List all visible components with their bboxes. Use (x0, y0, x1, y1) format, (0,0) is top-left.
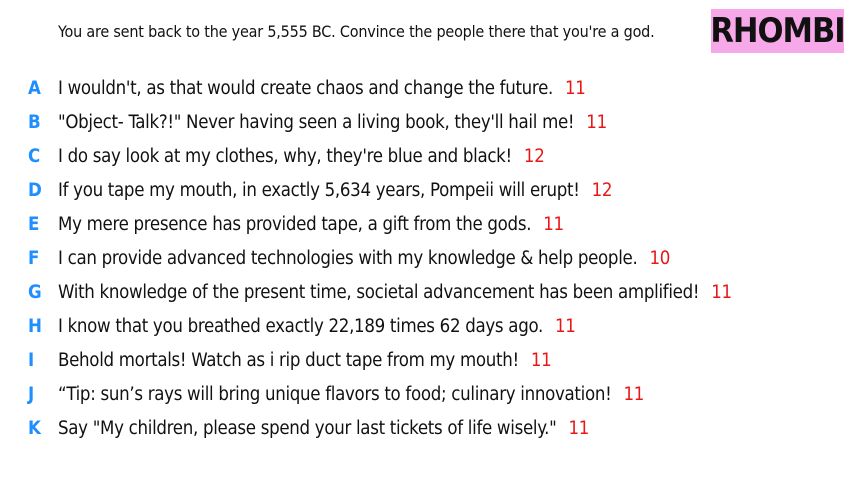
answer-text: I know that you breathed exactly 22,189 … (58, 315, 544, 337)
answer-letter: J (28, 383, 34, 405)
answer-row-e: E My mere presence has provided tape, a g… (28, 207, 732, 241)
answer-row-j: J “Tip: sun’s rays will bring unique flav… (28, 377, 732, 411)
answer-text: “Tip: sun’s rays will bring unique flavo… (58, 383, 612, 405)
answer-text: My mere presence has provided tape, a gi… (58, 213, 532, 235)
answer-letter: H (28, 315, 42, 337)
answer-text: I do say look at my clothes, why, they'r… (58, 145, 512, 167)
answer-letter: K (28, 417, 41, 439)
answer-score: 11 (530, 349, 552, 371)
answer-score: 11 (555, 315, 576, 337)
answer-text: Say "My children, please spend your last… (58, 417, 557, 439)
answer-text: "Object- Talk?!" Never having seen a liv… (58, 111, 575, 133)
answer-letter: G (28, 281, 42, 303)
answer-letter: E (28, 213, 40, 235)
answer-letter: F (28, 247, 40, 269)
answer-row-c: C I do say look at my clothes, why, they'… (28, 139, 732, 173)
answer-score: 11 (623, 383, 645, 405)
answer-letter: B (28, 111, 41, 133)
answer-row-h: H I know that you breathed exactly 22,189… (28, 309, 732, 343)
answer-row-i: I Behold mortals! Watch as i rip duct tap… (28, 343, 732, 377)
answer-text: I can provide advanced technologies with… (58, 247, 638, 269)
answer-letter: D (28, 179, 42, 201)
answer-score: 12 (591, 179, 613, 201)
answer-row-f: F I can provide advanced technologies wit… (28, 241, 732, 275)
answer-letter: C (28, 145, 40, 167)
answer-row-g: G With knowledge of the present time, soc… (28, 275, 732, 309)
answer-score: 11 (543, 213, 564, 235)
answer-letter: I (28, 349, 34, 371)
answer-score: 10 (649, 247, 671, 269)
answer-text: If you tape my mouth, in exactly 5,634 y… (58, 179, 580, 201)
answer-row-a: A I wouldn't, as that would create chaos … (28, 71, 732, 105)
answer-score: 12 (523, 145, 545, 167)
answer-letter: A (28, 77, 41, 99)
answer-score: 11 (565, 77, 586, 99)
answer-row-b: B "Object- Talk?!" Never having seen a li… (28, 105, 732, 139)
rhombi-badge: RHOMBI (710, 9, 846, 53)
answer-row-d: D If you tape my mouth, in exactly 5,634 … (28, 173, 732, 207)
answer-score: 11 (568, 417, 590, 439)
answer-score: 11 (586, 111, 607, 133)
answer-text: I wouldn't, as that would create chaos a… (58, 77, 553, 99)
answer-score: 11 (711, 281, 732, 303)
answer-list: A I wouldn't, as that would create chaos … (28, 71, 732, 445)
answer-row-k: K Say "My children, please spend your las… (28, 411, 732, 445)
answer-text: Behold mortals! Watch as i rip duct tape… (58, 349, 519, 371)
question-prompt: You are sent back to the year 5,555 BC. … (58, 22, 655, 41)
answer-text: With knowledge of the present time, soci… (58, 281, 700, 303)
